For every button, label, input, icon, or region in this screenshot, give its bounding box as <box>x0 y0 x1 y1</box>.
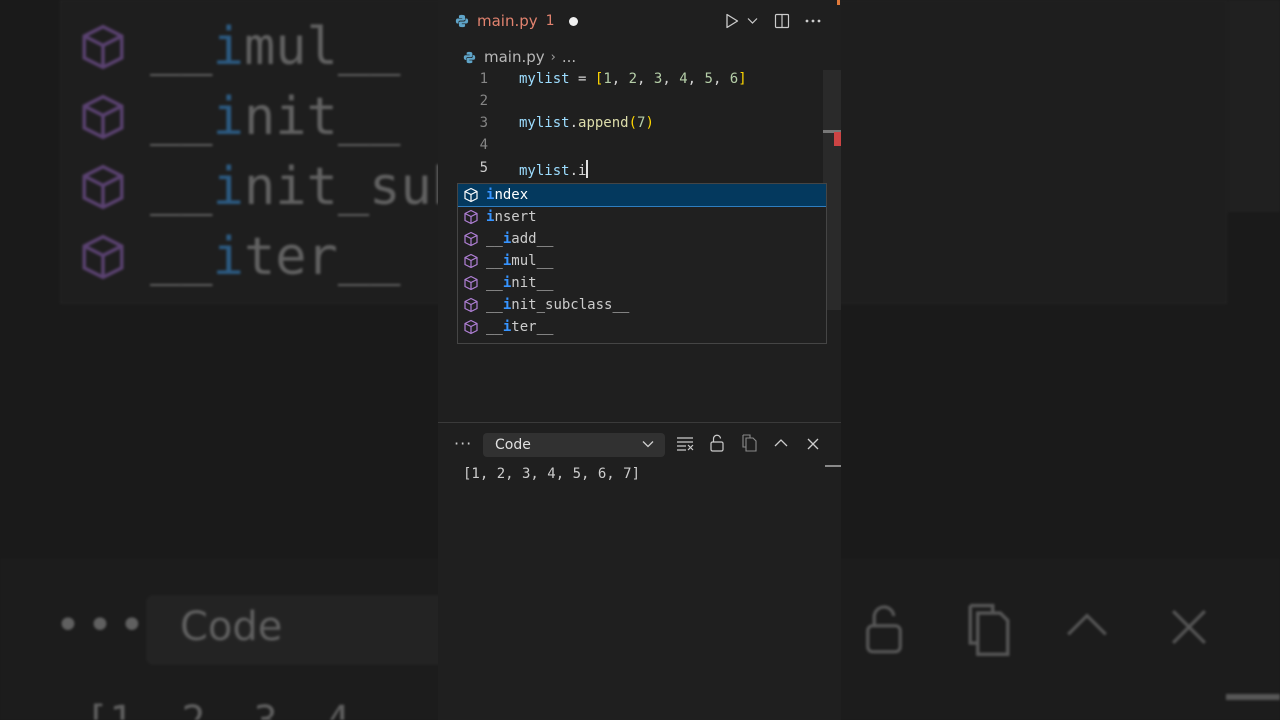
line-number: 3 <box>479 115 488 131</box>
method-cube-icon <box>464 187 478 203</box>
suggestion-label: __iadd__ <box>486 231 554 247</box>
breadcrumb-file[interactable]: main.py <box>484 48 545 66</box>
method-cube-icon <box>464 209 478 225</box>
method-cube-icon <box>464 253 478 269</box>
copy-icon[interactable] <box>740 434 760 452</box>
breadcrumb-separator: › <box>550 49 556 65</box>
panel-more-button[interactable]: ··· <box>454 434 472 453</box>
suggest-widget: index insert __iadd__ __imul__ __init__ … <box>457 183 827 344</box>
more-actions-icon[interactable] <box>805 19 821 23</box>
bg-scrollbar <box>1228 0 1280 212</box>
suggestion-item[interactable]: __iadd__ <box>458 228 826 250</box>
lock-icon <box>866 605 902 654</box>
code-line-active[interactable]: 5 mylist.i <box>438 160 841 182</box>
suggestion-item[interactable]: index <box>458 184 826 207</box>
code-line[interactable]: 2 <box>438 93 841 115</box>
scrollbar-error-marker <box>834 132 841 146</box>
method-cube-icon <box>464 275 478 291</box>
method-cube-icon <box>82 164 124 210</box>
breadcrumb: main.py › ... <box>438 45 841 69</box>
suggestion-item[interactable]: __iter__ <box>458 316 826 338</box>
bg-output: [1, 2, 3, 4 <box>85 698 350 720</box>
bg-more-dots: ••• <box>55 600 151 651</box>
line-number: 5 <box>479 160 488 176</box>
activity-indicator <box>837 0 840 5</box>
split-editor-icon[interactable] <box>774 13 790 29</box>
text-cursor <box>586 160 589 178</box>
method-cube-icon <box>464 297 478 313</box>
code-text: mylist.append(7) <box>519 115 654 131</box>
python-icon <box>463 51 476 63</box>
run-icon[interactable] <box>725 13 739 29</box>
line-number: 1 <box>479 71 488 87</box>
unsaved-dot-icon[interactable] <box>568 16 578 26</box>
chevron-down-icon[interactable] <box>747 17 758 25</box>
bg-completion-row: __imul__ <box>78 12 400 82</box>
editor-tab[interactable]: main.py 1 <box>438 0 586 42</box>
code-line[interactable]: 4 <box>438 137 841 159</box>
method-cube-icon <box>464 319 478 335</box>
code-text: mylist.i <box>519 160 589 179</box>
code-line[interactable]: 1 mylist = [1, 2, 3, 4, 5, 6] <box>438 71 841 93</box>
lock-icon[interactable] <box>709 434 725 452</box>
close-icon <box>1172 610 1206 644</box>
suggestion-label: index <box>486 187 529 203</box>
suggestion-item[interactable]: insert <box>458 206 826 228</box>
code-line[interactable]: 3 mylist.append(7) <box>438 115 841 137</box>
method-cube-icon <box>82 24 124 70</box>
method-cube-icon <box>82 234 124 280</box>
python-icon <box>455 14 469 28</box>
bg-completion-label: __iter__ <box>150 227 401 287</box>
line-number: 4 <box>479 137 488 153</box>
suggestion-item[interactable]: __init_subclass__ <box>458 294 826 316</box>
bg-completion-row: __init__ <box>78 82 400 152</box>
chevron-up-icon <box>1067 613 1107 636</box>
chevron-down-icon <box>642 441 654 448</box>
suggestion-label: __init_subclass__ <box>486 297 630 313</box>
method-cube-icon <box>464 231 478 247</box>
line-number: 2 <box>479 93 488 109</box>
suggestion-label: __iter__ <box>486 319 554 335</box>
code-text: mylist = [1, 2, 3, 4, 5, 6] <box>519 71 747 87</box>
suggestion-label: __imul__ <box>486 253 554 269</box>
bg-completion-row: __iter__ <box>78 222 400 292</box>
suggestion-item[interactable]: __init__ <box>458 272 826 294</box>
copy-icon <box>968 603 1010 656</box>
maximize-icon[interactable] <box>774 438 788 448</box>
suggestion-item[interactable]: __imul__ <box>458 250 826 272</box>
output-channel-label: Code <box>495 437 531 453</box>
output-channel-select[interactable]: Code <box>483 433 665 457</box>
tab-bar: main.py 1 <box>438 0 841 42</box>
bg-completion-label: __init__ <box>150 87 401 147</box>
close-icon[interactable] <box>807 438 819 450</box>
bg-channel-label: Code <box>180 604 283 650</box>
suggestion-label: __init__ <box>486 275 554 291</box>
method-cube-icon <box>82 94 124 140</box>
suggestion-label: insert <box>486 209 537 225</box>
clear-output-icon[interactable] <box>676 435 694 451</box>
problem-count-badge: 1 <box>545 13 555 29</box>
tab-label: main.py <box>477 12 538 30</box>
output-text: [1, 2, 3, 4, 5, 6, 7] <box>463 466 641 482</box>
panel-scrollbar[interactable] <box>825 465 841 467</box>
bg-completion-label: __imul__ <box>150 17 401 77</box>
breadcrumb-more[interactable]: ... <box>562 48 576 66</box>
bg-scroll-line <box>1226 694 1280 700</box>
bg-completion-row: __init_subc <box>78 152 494 222</box>
